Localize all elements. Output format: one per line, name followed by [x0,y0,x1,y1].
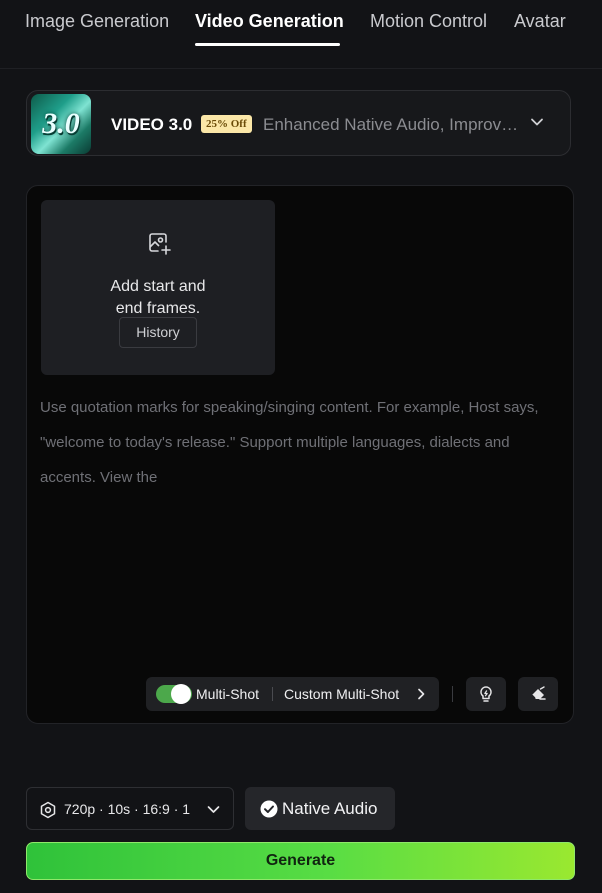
chevron-down-icon [207,806,220,813]
divider [272,687,273,701]
native-audio-toggle[interactable]: Native Audio [245,787,395,830]
history-button[interactable]: History [119,317,197,348]
multishot-control: Multi-Shot Custom Multi-Shot [146,677,439,711]
toolbar-divider [452,686,453,702]
settings-summary: 720p · 10s · 16:9 · 1 [64,801,191,817]
active-tab-indicator [195,43,340,46]
eraser-icon [531,686,546,700]
lightbulb-icon [480,686,492,702]
settings-hexagon-icon [40,801,56,819]
chevron-down-icon[interactable] [530,117,544,127]
prompt-input[interactable]: Use quotation marks for speaking/singing… [40,390,564,495]
chevron-right-icon[interactable] [417,688,425,700]
discount-badge: 25% Off [201,115,252,133]
model-name: VIDEO 3.0 [111,115,193,134]
add-frames-label-line1: Add start and [110,278,206,295]
tab-motion-control[interactable]: Motion Control [370,11,487,32]
add-frames-card[interactable]: Add start and end frames. History [41,200,275,375]
tab-avatar[interactable]: Avatar [514,11,566,32]
image-add-icon [149,233,171,255]
generation-settings-selector[interactable]: 720p · 10s · 16:9 · 1 [26,787,234,830]
multishot-toggle[interactable] [156,684,192,704]
multishot-label: Multi-Shot [196,686,260,702]
model-description: Enhanced Native Audio, Improved Consiste… [263,115,521,134]
model-thumbnail-text: 3.0 [42,107,80,140]
native-audio-label: Native Audio [282,799,378,818]
custom-multishot-button[interactable]: Custom Multi-Shot [284,686,399,702]
toggle-knob [171,684,191,704]
prompt-panel: Add start and end frames. History Use qu… [26,185,574,724]
tab-image-generation[interactable]: Image Generation [25,11,169,32]
check-circle-icon [260,800,278,818]
generate-button[interactable]: Generate [26,842,575,880]
add-frames-label: Add start and end frames. [41,276,275,320]
top-tab-bar: Image Generation Video Generation Motion… [0,0,602,69]
prompt-tips-button[interactable] [466,677,506,711]
model-thumbnail: 3.0 [31,94,91,154]
model-selector[interactable]: 3.0 VIDEO 3.0 25% Off Enhanced Native Au… [26,90,571,156]
tab-video-generation[interactable]: Video Generation [195,11,344,32]
clear-prompt-button[interactable] [518,677,558,711]
